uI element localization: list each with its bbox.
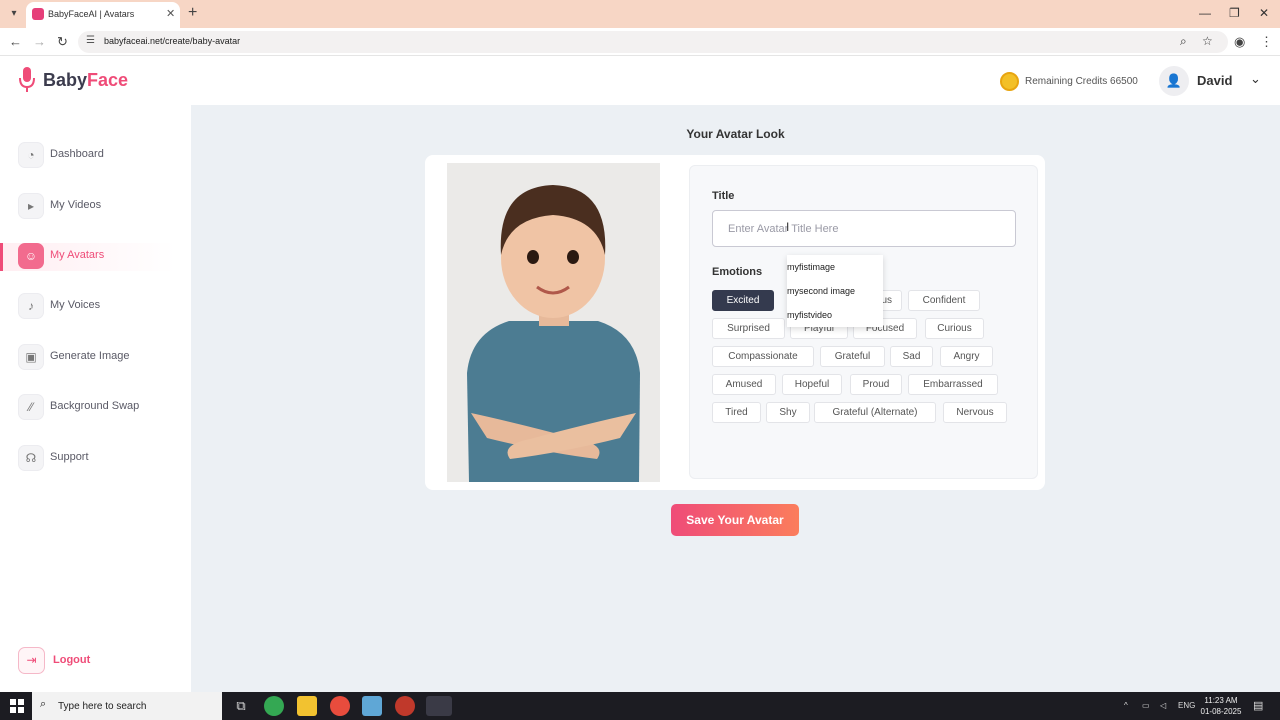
child-illustration xyxy=(447,163,660,482)
text-cursor-icon: I xyxy=(786,220,790,234)
favicon-icon xyxy=(32,8,44,20)
chrome-icon[interactable] xyxy=(264,696,284,716)
sidebar: ◔ Dashboard ▸ My Videos ☺ My Avatars ♪ M… xyxy=(0,105,191,692)
app-icon[interactable] xyxy=(330,696,350,716)
language-indicator[interactable]: ENG xyxy=(1178,701,1195,710)
logo-text[interactable]: BabyFace xyxy=(43,70,128,91)
reload-icon[interactable]: ↻ xyxy=(57,34,68,50)
browser-tab[interactable]: BabyFaceAI | Avatars ✕ xyxy=(26,2,180,28)
autocomplete-item[interactable]: myfistvideo xyxy=(787,303,883,327)
taskbar: ⌕ Type here to search ⧉ ^ ▭ ◁ ENG 11:23 … xyxy=(0,692,1280,720)
menu-kebab-icon[interactable]: ⋮ xyxy=(1260,34,1273,50)
autocomplete-item[interactable]: mysecond image xyxy=(787,279,883,303)
new-tab-icon[interactable]: + xyxy=(188,4,197,22)
autocomplete-item[interactable]: myfistimage xyxy=(787,255,883,279)
avatar-card: Title Emotions Excited us Confident Surp… xyxy=(425,155,1045,490)
volume-icon[interactable]: ◁ xyxy=(1160,701,1166,710)
zoom-icon[interactable]: ⌕ xyxy=(1180,34,1187,49)
app-icon[interactable] xyxy=(395,696,415,716)
network-icon[interactable]: ▭ xyxy=(1142,701,1150,710)
form-panel: Title Emotions Excited us Confident Surp… xyxy=(689,165,1038,479)
emotion-chip-tired[interactable]: Tired xyxy=(712,402,761,423)
emotion-chip-proud[interactable]: Proud xyxy=(850,374,902,395)
sidebar-item-my-voices[interactable]: ♪ My Voices xyxy=(18,293,183,321)
title-input[interactable] xyxy=(712,210,1016,247)
emotion-chip-surprised[interactable]: Surprised xyxy=(712,318,785,339)
logo-mic-icon xyxy=(19,67,35,92)
sidebar-item-support[interactable]: ☊ Support xyxy=(18,445,183,473)
main-content: Your Avatar Look Title Enter Avatar Titl… xyxy=(191,105,1280,692)
user-icon: ☺ xyxy=(18,243,44,269)
url-text[interactable]: babyfaceai.net/create/baby-avatar xyxy=(104,36,240,46)
chevron-down-icon[interactable]: ⌄ xyxy=(1250,71,1261,87)
page-title: Your Avatar Look xyxy=(686,127,785,141)
user-name[interactable]: David xyxy=(1197,73,1232,88)
address-bar: ← → ↻ ☰ babyfaceai.net/create/baby-avata… xyxy=(0,28,1280,56)
emotion-chip-amused[interactable]: Amused xyxy=(712,374,776,395)
window-close-icon[interactable]: ✕ xyxy=(1259,6,1269,20)
clock[interactable]: 11:23 AM 01-08-2025 xyxy=(1199,695,1243,717)
avatar-photo xyxy=(447,163,660,482)
emotion-chip-hopeful[interactable]: Hopeful xyxy=(782,374,842,395)
title-label: Title xyxy=(712,190,735,202)
sidebar-item-generate-image[interactable]: ▣ Generate Image xyxy=(18,344,183,372)
swap-icon: ⁄⁄ xyxy=(18,394,44,420)
forward-icon[interactable]: → xyxy=(33,34,46,49)
chrome-active-icon[interactable] xyxy=(426,696,452,716)
app-header: BabyFace Remaining Credits 66500 👤 David… xyxy=(0,57,1280,105)
save-avatar-button[interactable]: Save Your Avatar xyxy=(671,504,799,536)
mic-icon: ♪ xyxy=(18,293,44,319)
user-avatar[interactable]: 👤 xyxy=(1159,66,1189,96)
emotion-chip-curious[interactable]: Curious xyxy=(925,318,984,339)
browser-tab-bar: ▾ BabyFaceAI | Avatars ✕ + — ❐ ✕ xyxy=(0,0,1280,28)
taskbar-search[interactable]: ⌕ Type here to search xyxy=(32,692,222,720)
minimize-icon[interactable]: — xyxy=(1199,6,1211,20)
emotion-chip-nervous[interactable]: Nervous xyxy=(943,402,1007,423)
task-view-icon[interactable]: ⧉ xyxy=(231,696,251,716)
image-icon: ▣ xyxy=(18,344,44,370)
chart-icon: ◔ xyxy=(18,142,44,168)
taskbar-search-placeholder: Type here to search xyxy=(58,701,147,712)
tab-title: BabyFaceAI | Avatars xyxy=(48,9,135,19)
sidebar-item-background-swap[interactable]: ⁄⁄ Background Swap xyxy=(18,394,183,422)
bookmark-star-icon[interactable]: ☆ xyxy=(1202,34,1213,48)
file-explorer-icon[interactable] xyxy=(297,696,317,716)
credits-label: Remaining Credits 66500 xyxy=(1025,76,1138,87)
logout-button[interactable]: ⇥ Logout xyxy=(18,647,138,675)
emotions-label: Emotions xyxy=(712,266,763,278)
emotion-chip-sad[interactable]: Sad xyxy=(890,346,933,367)
sidebar-item-my-avatars[interactable]: ☺ My Avatars xyxy=(0,243,175,271)
video-icon: ▸ xyxy=(18,193,44,219)
emotion-chip-embarrassed[interactable]: Embarrassed xyxy=(908,374,998,395)
sidebar-item-dashboard[interactable]: ◔ Dashboard xyxy=(18,142,183,170)
emotion-chip-grateful[interactable]: Grateful xyxy=(820,346,885,367)
restore-icon[interactable]: ❐ xyxy=(1229,6,1240,20)
notification-icon[interactable]: ▤ xyxy=(1253,699,1263,712)
autocomplete-dropdown: myfistimage mysecond image myfistvideo xyxy=(787,255,883,327)
omnibox[interactable]: ☰ babyfaceai.net/create/baby-avatar ⌕ ☆ xyxy=(78,31,1228,53)
emotion-chip-angry[interactable]: Angry xyxy=(940,346,993,367)
profile-icon[interactable]: ◉ xyxy=(1234,34,1245,50)
windows-start-icon[interactable] xyxy=(10,699,24,713)
emotion-chip-confident[interactable]: Confident xyxy=(908,290,980,311)
emotion-chip-grateful-alternate[interactable]: Grateful (Alternate) xyxy=(814,402,936,423)
headset-icon: ☊ xyxy=(18,445,44,471)
tray-chevron-icon[interactable]: ^ xyxy=(1124,701,1128,710)
back-icon[interactable]: ← xyxy=(9,34,22,49)
tab-close-icon[interactable]: ✕ xyxy=(166,7,175,20)
sidebar-item-my-videos[interactable]: ▸ My Videos xyxy=(18,193,183,221)
emotion-chip-excited[interactable]: Excited xyxy=(712,290,774,311)
site-info-icon[interactable]: ☰ xyxy=(86,35,95,46)
emotion-chip-compassionate[interactable]: Compassionate xyxy=(712,346,814,367)
coin-icon xyxy=(1000,72,1019,91)
search-icon: ⌕ xyxy=(40,698,47,710)
logout-icon: ⇥ xyxy=(18,647,45,674)
app-icon[interactable] xyxy=(362,696,382,716)
emotion-chip-shy[interactable]: Shy xyxy=(766,402,810,423)
tab-search-icon[interactable]: ▾ xyxy=(6,6,22,22)
